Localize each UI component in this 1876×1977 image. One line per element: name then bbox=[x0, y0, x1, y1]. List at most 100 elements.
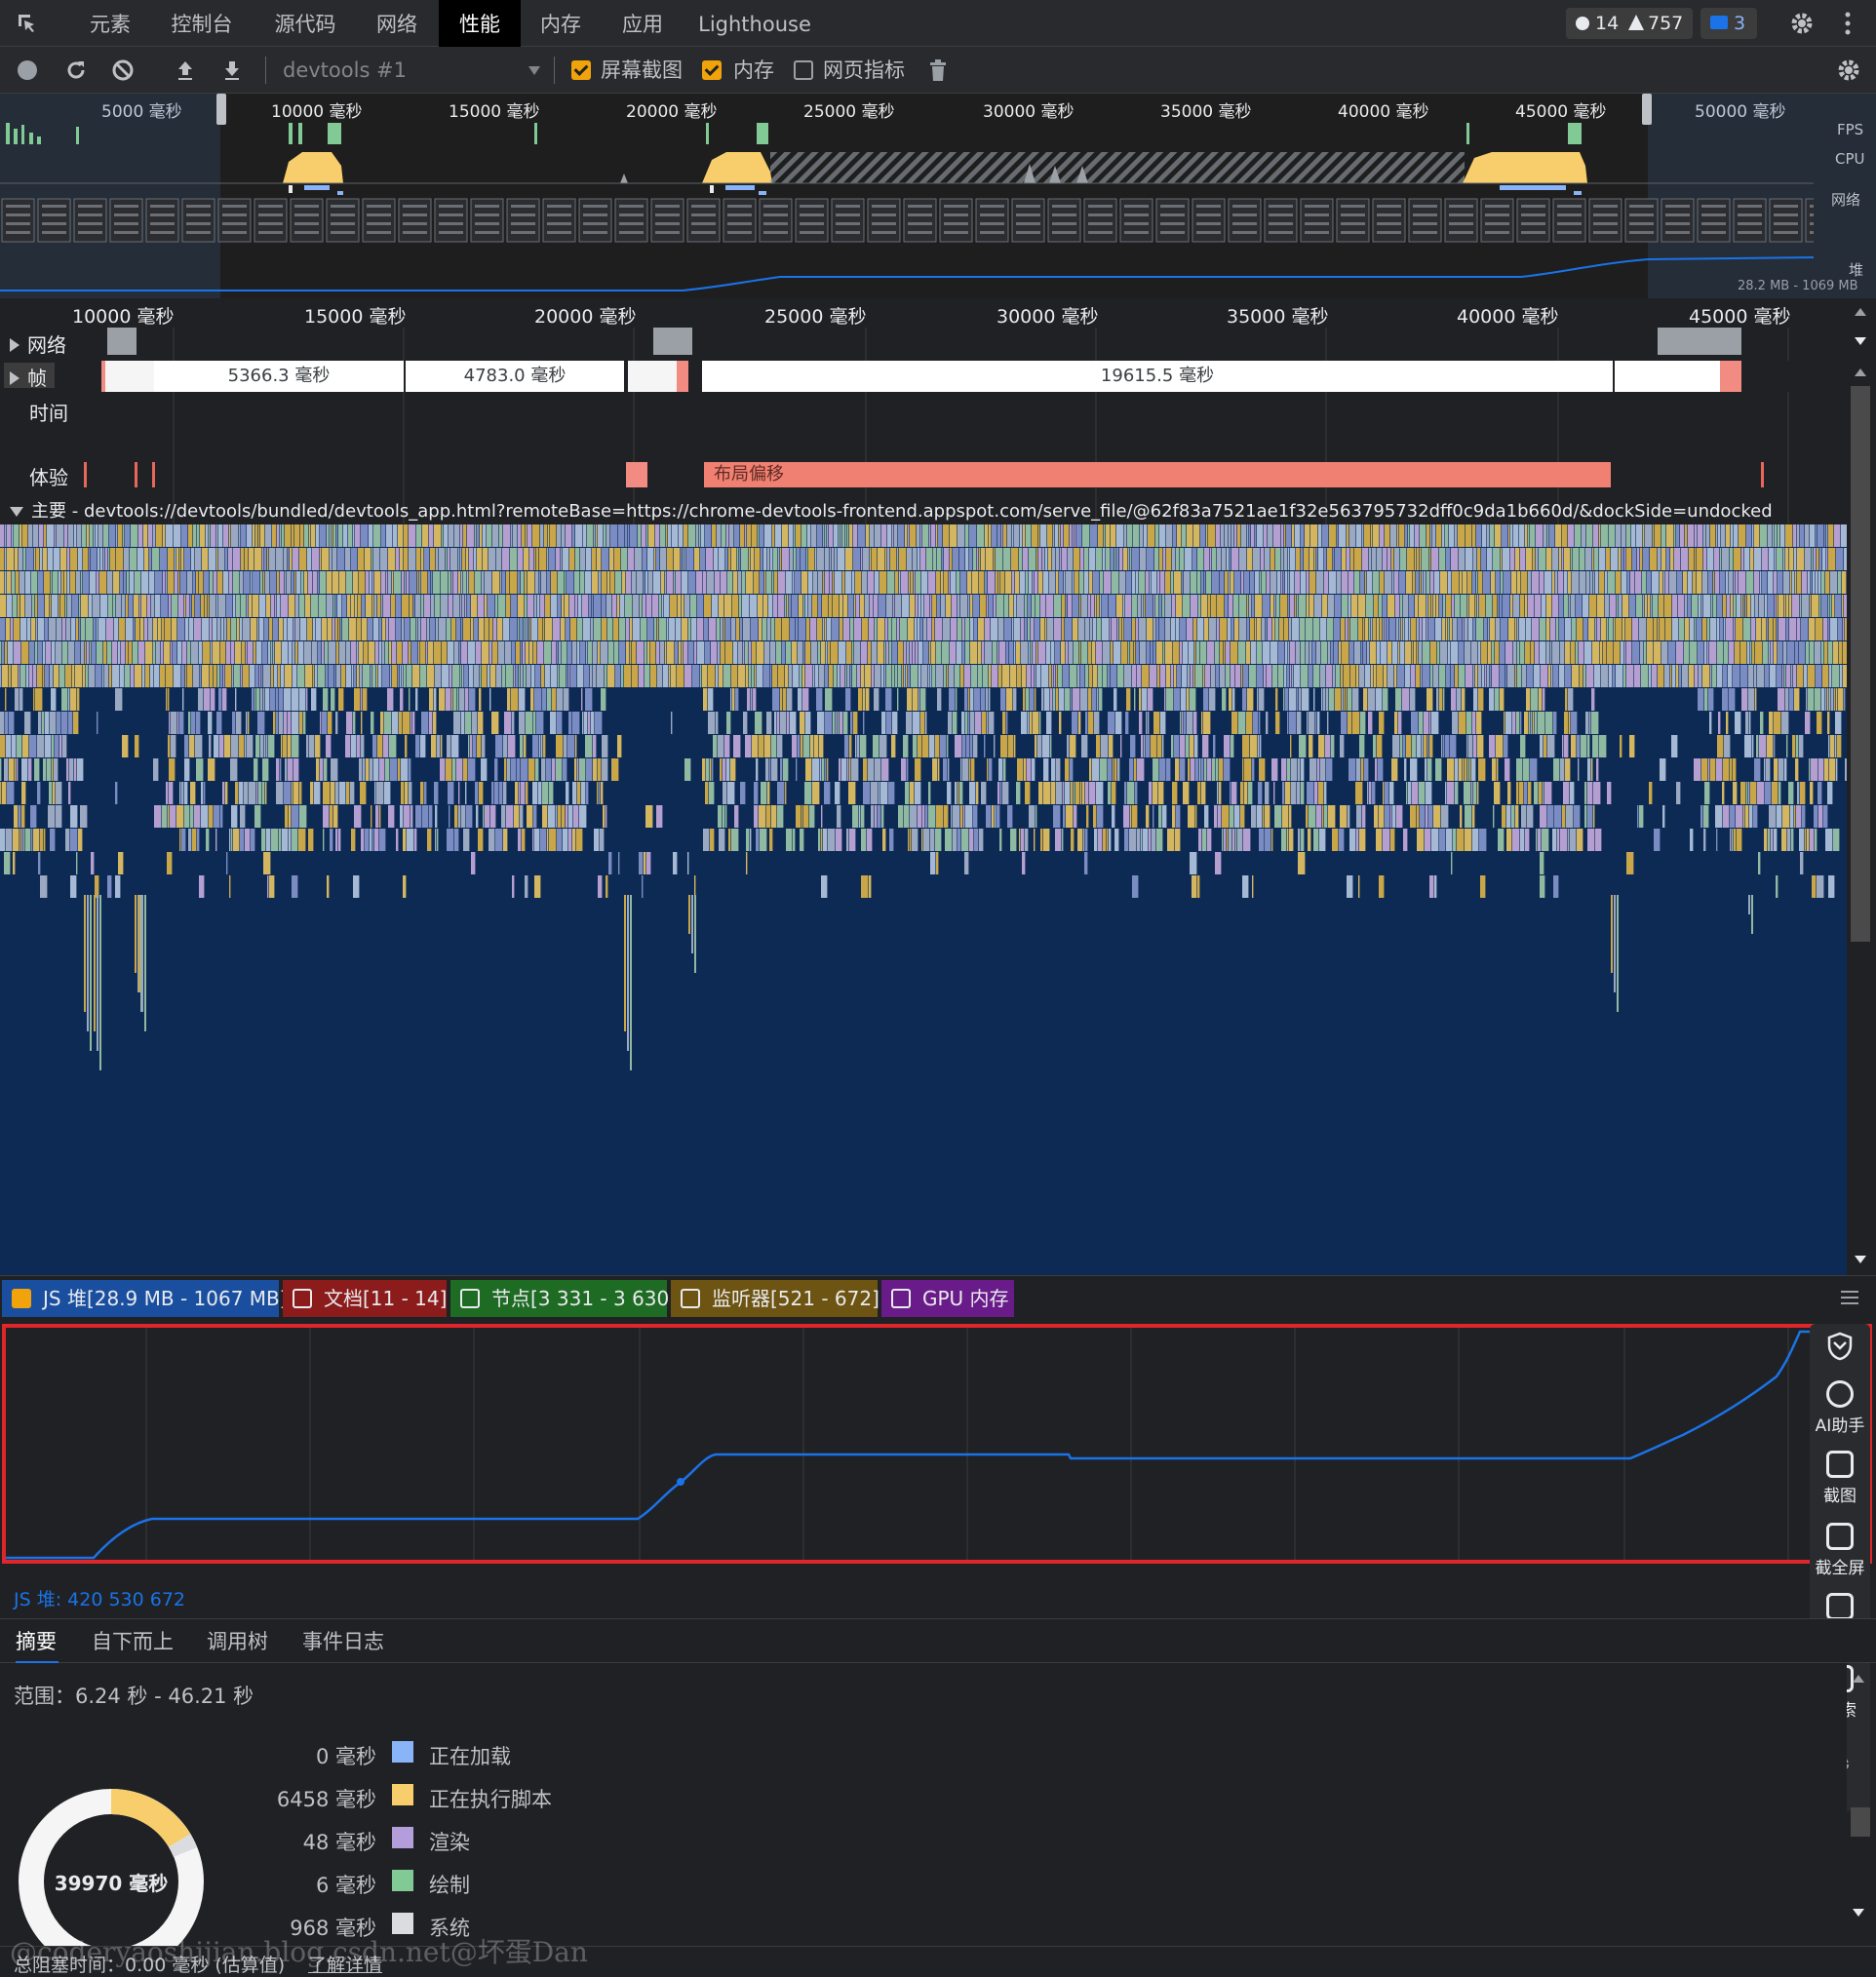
flame-event[interactable] bbox=[1354, 571, 1360, 594]
flame-event[interactable] bbox=[1147, 641, 1151, 664]
flame-event[interactable] bbox=[1774, 641, 1778, 664]
flame-event[interactable] bbox=[527, 665, 531, 687]
flame-event[interactable] bbox=[1190, 782, 1197, 804]
flame-event[interactable] bbox=[356, 712, 361, 734]
flame-event[interactable] bbox=[1445, 688, 1451, 711]
flame-event[interactable] bbox=[1164, 735, 1171, 757]
flame-event[interactable] bbox=[1650, 548, 1658, 570]
flame-event[interactable] bbox=[1624, 641, 1626, 664]
flame-event[interactable] bbox=[1270, 595, 1274, 617]
flame-event[interactable] bbox=[853, 548, 861, 570]
flame-event[interactable] bbox=[853, 712, 858, 734]
flame-event[interactable] bbox=[1074, 641, 1079, 664]
flame-event[interactable] bbox=[437, 688, 439, 711]
flame-event[interactable] bbox=[1171, 735, 1174, 757]
flame-event[interactable] bbox=[1734, 524, 1739, 547]
flame-event[interactable] bbox=[941, 595, 946, 617]
flame-event[interactable] bbox=[586, 782, 589, 804]
flame-event[interactable] bbox=[670, 595, 678, 617]
flame-event[interactable] bbox=[716, 665, 719, 687]
flame-event[interactable] bbox=[1636, 595, 1643, 617]
flame-event[interactable] bbox=[708, 712, 716, 734]
flame-event[interactable] bbox=[958, 524, 965, 547]
flame-event[interactable] bbox=[453, 712, 461, 734]
flame-event[interactable] bbox=[1190, 735, 1194, 757]
flame-event[interactable] bbox=[385, 641, 389, 664]
profile-select[interactable]: devtools #1 bbox=[283, 47, 540, 94]
flame-event[interactable] bbox=[332, 548, 337, 570]
flame-event[interactable] bbox=[1408, 782, 1412, 804]
flame-event[interactable] bbox=[1756, 735, 1759, 757]
flame-event[interactable] bbox=[1111, 665, 1117, 687]
flame-event[interactable] bbox=[1159, 524, 1166, 547]
flame-event[interactable] bbox=[1054, 618, 1062, 640]
flame-event[interactable] bbox=[852, 641, 854, 664]
flame-event[interactable] bbox=[918, 805, 922, 828]
flame-event[interactable] bbox=[760, 524, 764, 547]
flame-event[interactable] bbox=[220, 641, 226, 664]
flame-event[interactable] bbox=[1219, 758, 1224, 781]
flame-event[interactable] bbox=[400, 548, 404, 570]
flame-event[interactable] bbox=[1307, 571, 1309, 594]
flame-event[interactable] bbox=[345, 735, 351, 757]
flame-event[interactable] bbox=[563, 712, 568, 734]
flame-event[interactable] bbox=[1410, 524, 1415, 547]
flame-event[interactable] bbox=[1079, 641, 1081, 664]
flame-event[interactable] bbox=[189, 618, 194, 640]
flame-event[interactable] bbox=[1825, 688, 1827, 711]
flame-event[interactable] bbox=[1530, 524, 1536, 547]
flame-event[interactable] bbox=[904, 665, 906, 687]
flame-event[interactable] bbox=[566, 524, 572, 547]
flame-event[interactable] bbox=[1052, 548, 1056, 570]
flame-event[interactable] bbox=[1482, 524, 1487, 547]
flame-event[interactable] bbox=[225, 548, 228, 570]
flame-event[interactable] bbox=[1091, 595, 1095, 617]
flame-event[interactable] bbox=[1513, 782, 1516, 804]
layout-shift-marker[interactable] bbox=[84, 462, 87, 487]
flame-event[interactable] bbox=[26, 782, 32, 804]
flame-event[interactable] bbox=[1663, 571, 1665, 594]
flame-event[interactable] bbox=[691, 618, 697, 640]
flame-event[interactable] bbox=[847, 665, 850, 687]
flame-event[interactable] bbox=[1327, 548, 1333, 570]
flame-event[interactable] bbox=[254, 805, 261, 828]
flame-event[interactable] bbox=[1322, 595, 1328, 617]
flame-event[interactable] bbox=[1281, 524, 1284, 547]
flame-event[interactable] bbox=[441, 571, 449, 594]
flame-event[interactable] bbox=[1342, 782, 1348, 804]
flame-event[interactable] bbox=[1021, 805, 1029, 828]
flame-event[interactable] bbox=[1439, 665, 1446, 687]
flame-event[interactable] bbox=[1475, 595, 1477, 617]
flame-event[interactable] bbox=[343, 524, 348, 547]
flame-event[interactable] bbox=[1242, 688, 1247, 711]
flame-event[interactable] bbox=[568, 712, 572, 734]
flame-event[interactable] bbox=[592, 548, 597, 570]
flame-event[interactable] bbox=[151, 595, 155, 617]
flame-event[interactable] bbox=[201, 782, 204, 804]
flame-event[interactable] bbox=[1040, 595, 1046, 617]
flame-event[interactable] bbox=[409, 524, 416, 547]
flame-event[interactable] bbox=[1592, 641, 1600, 664]
flame-event[interactable] bbox=[872, 641, 878, 664]
flame-event[interactable] bbox=[1823, 618, 1828, 640]
flame-event[interactable] bbox=[479, 805, 483, 828]
flame-event[interactable] bbox=[1360, 712, 1366, 734]
flame-event[interactable] bbox=[1231, 735, 1234, 757]
flame-event[interactable] bbox=[694, 548, 700, 570]
flame-event[interactable] bbox=[1307, 735, 1309, 757]
flame-event[interactable] bbox=[277, 595, 281, 617]
flame-event[interactable] bbox=[875, 712, 881, 734]
flame-event[interactable] bbox=[1327, 712, 1329, 734]
flame-event[interactable] bbox=[1211, 712, 1216, 734]
flame-event[interactable] bbox=[604, 782, 606, 804]
flame-event[interactable] bbox=[838, 665, 840, 687]
flame-event[interactable] bbox=[1776, 735, 1779, 757]
flame-event[interactable] bbox=[1446, 595, 1452, 617]
flame-event[interactable] bbox=[862, 618, 869, 640]
flame-event[interactable] bbox=[782, 524, 789, 547]
flame-event[interactable] bbox=[1745, 595, 1747, 617]
flame-event[interactable] bbox=[1159, 595, 1162, 617]
flame-event[interactable] bbox=[1484, 735, 1489, 757]
flame-event[interactable] bbox=[1061, 524, 1064, 547]
flame-event[interactable] bbox=[1417, 641, 1419, 664]
